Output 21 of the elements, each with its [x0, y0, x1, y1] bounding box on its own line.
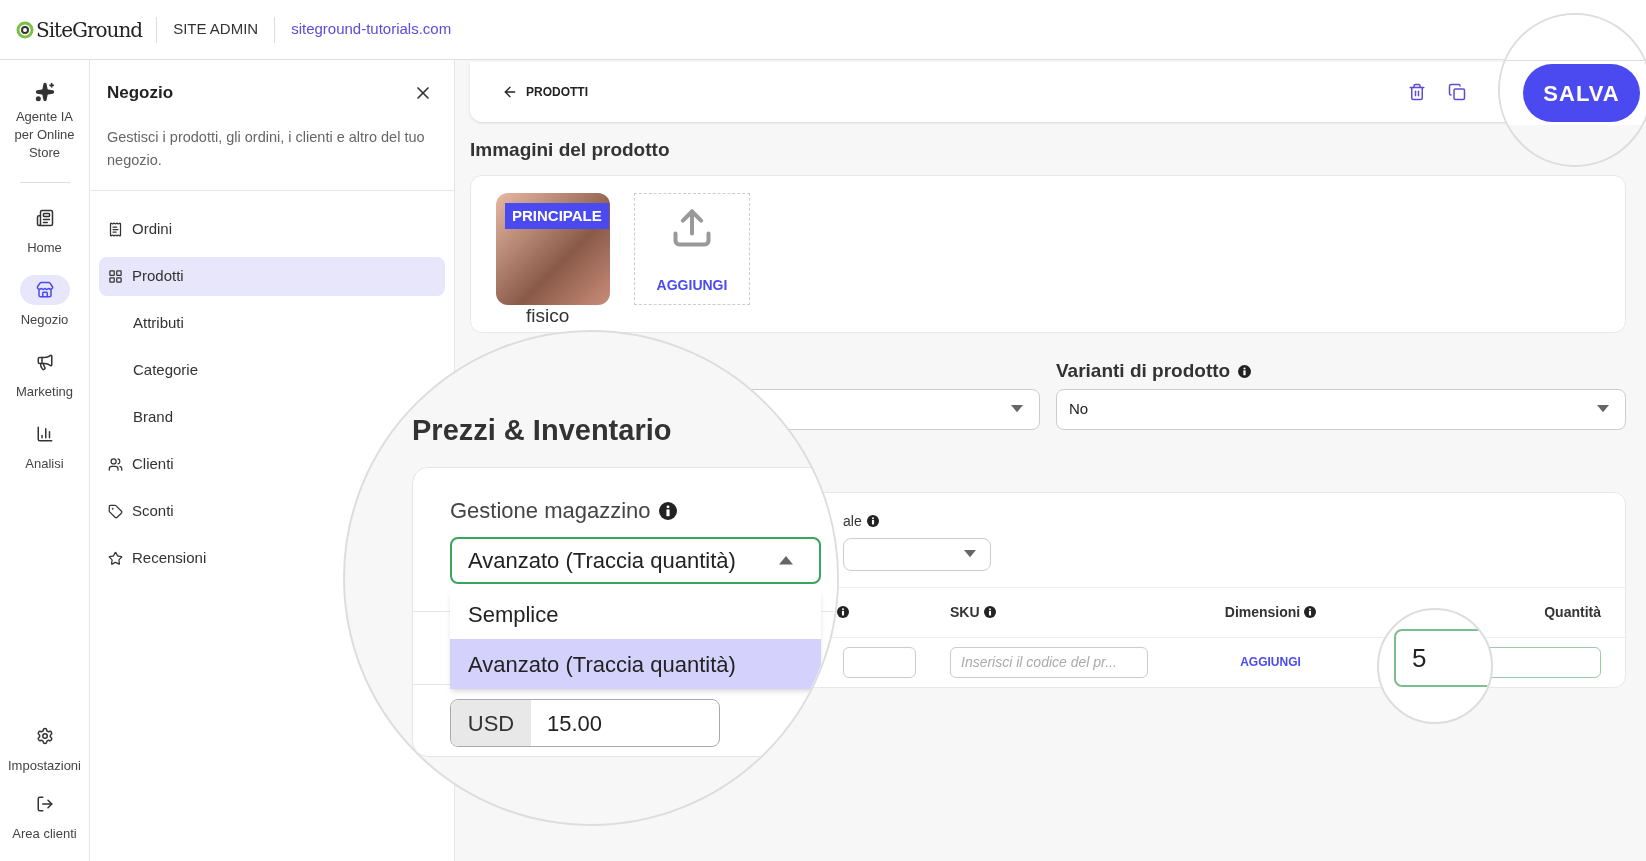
rail-label: Marketing: [15, 383, 74, 401]
sidebar-title: Negozio: [107, 82, 174, 104]
currency-label: USD: [451, 700, 531, 746]
section-title: SITE ADMIN: [173, 19, 259, 40]
rail-label: Agente IA per Online Store: [13, 108, 76, 162]
field-label: Gestione magazzino: [450, 497, 651, 525]
rail-label: Home: [27, 239, 62, 257]
product-type-text: fisico: [526, 306, 570, 325]
section-heading: Prezzi & Inventario: [412, 413, 672, 448]
field-label: ale: [843, 511, 862, 531]
column-header: SKU: [950, 602, 980, 622]
column-header: Dimensioni: [1224, 602, 1301, 622]
sidebar-description: Gestisci i prodotti, gli ordini, i clienti e altro del tuo negozio.: [107, 127, 426, 170]
rail-label: Analisi: [25, 455, 64, 473]
rail-label: Impostazioni: [7, 757, 82, 775]
main-image-badge: PRINCIPALE: [505, 202, 609, 229]
rail-label: Area clienti: [12, 825, 77, 843]
column-header: Quantità: [1544, 602, 1601, 622]
rail-label: Negozio: [20, 311, 69, 329]
section-heading: Immagini del prodotto: [470, 138, 671, 162]
field-label: Varianti di prodotto: [1056, 359, 1231, 384]
